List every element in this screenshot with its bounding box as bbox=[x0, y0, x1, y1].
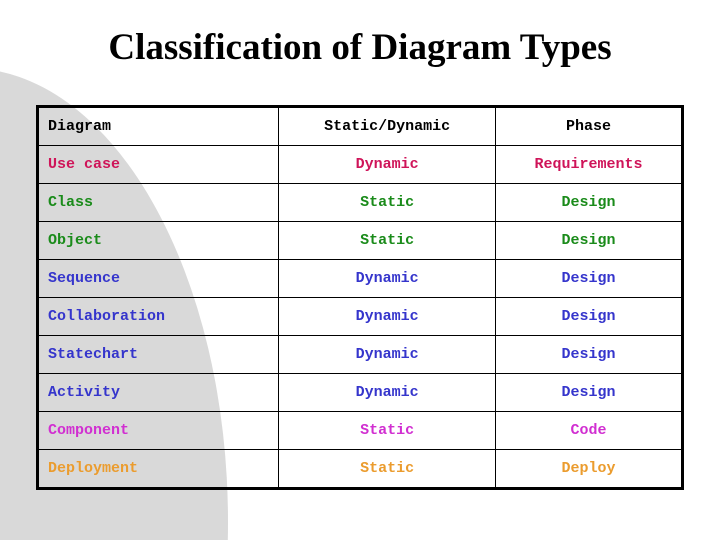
cell-diagram-name: Collaboration bbox=[36, 297, 280, 336]
table-row: Use case Dynamic Requirements bbox=[36, 145, 683, 184]
table-row: Collaboration Dynamic Design bbox=[36, 297, 683, 336]
cell-static-dynamic: Dynamic bbox=[278, 297, 497, 336]
cell-static-dynamic: Dynamic bbox=[278, 145, 497, 184]
cell-phase: Design bbox=[495, 297, 683, 336]
cell-phase: Deploy bbox=[495, 449, 683, 489]
table-row: Statechart Dynamic Design bbox=[36, 335, 683, 374]
cell-static-dynamic: Static bbox=[278, 411, 497, 450]
cell-static-dynamic: Static bbox=[278, 449, 497, 489]
cell-static-dynamic: Static bbox=[278, 221, 497, 260]
cell-diagram-name: Activity bbox=[36, 373, 280, 412]
cell-diagram-name: Object bbox=[36, 221, 280, 260]
table-header-row: Diagram Static/Dynamic Phase bbox=[36, 106, 683, 146]
cell-diagram-name: Deployment bbox=[36, 449, 280, 489]
diagram-classification-table-wrapper: Diagram Static/Dynamic Phase Use case Dyn… bbox=[36, 105, 684, 490]
slide-canvas: Classification of Diagram Types Diagram … bbox=[0, 0, 720, 540]
cell-phase: Requirements bbox=[495, 145, 683, 184]
column-header-static-dynamic: Static/Dynamic bbox=[278, 106, 497, 146]
cell-phase: Design bbox=[495, 183, 683, 222]
table-row: Component Static Code bbox=[36, 411, 683, 450]
table-row: Deployment Static Deploy bbox=[36, 449, 683, 489]
cell-phase: Design bbox=[495, 221, 683, 260]
cell-diagram-name: Use case bbox=[36, 145, 280, 184]
cell-static-dynamic: Dynamic bbox=[278, 335, 497, 374]
table-row: Sequence Dynamic Design bbox=[36, 259, 683, 298]
cell-phase: Code bbox=[495, 411, 683, 450]
diagram-classification-table: Diagram Static/Dynamic Phase Use case Dyn… bbox=[36, 105, 684, 490]
cell-diagram-name: Sequence bbox=[36, 259, 280, 298]
cell-static-dynamic: Dynamic bbox=[278, 373, 497, 412]
cell-static-dynamic: Dynamic bbox=[278, 259, 497, 298]
cell-diagram-name: Component bbox=[36, 411, 280, 450]
table-row: Object Static Design bbox=[36, 221, 683, 260]
page-title: Classification of Diagram Types bbox=[108, 27, 612, 68]
cell-phase: Design bbox=[495, 373, 683, 412]
column-header-phase: Phase bbox=[495, 106, 683, 146]
column-header-diagram: Diagram bbox=[36, 106, 280, 146]
cell-phase: Design bbox=[495, 259, 683, 298]
cell-diagram-name: Class bbox=[36, 183, 280, 222]
table-body: Diagram Static/Dynamic Phase Use case Dyn… bbox=[36, 106, 683, 489]
table-row: Class Static Design bbox=[36, 183, 683, 222]
cell-diagram-name: Statechart bbox=[36, 335, 280, 374]
cell-static-dynamic: Static bbox=[278, 183, 497, 222]
table-row: Activity Dynamic Design bbox=[36, 373, 683, 412]
cell-phase: Design bbox=[495, 335, 683, 374]
